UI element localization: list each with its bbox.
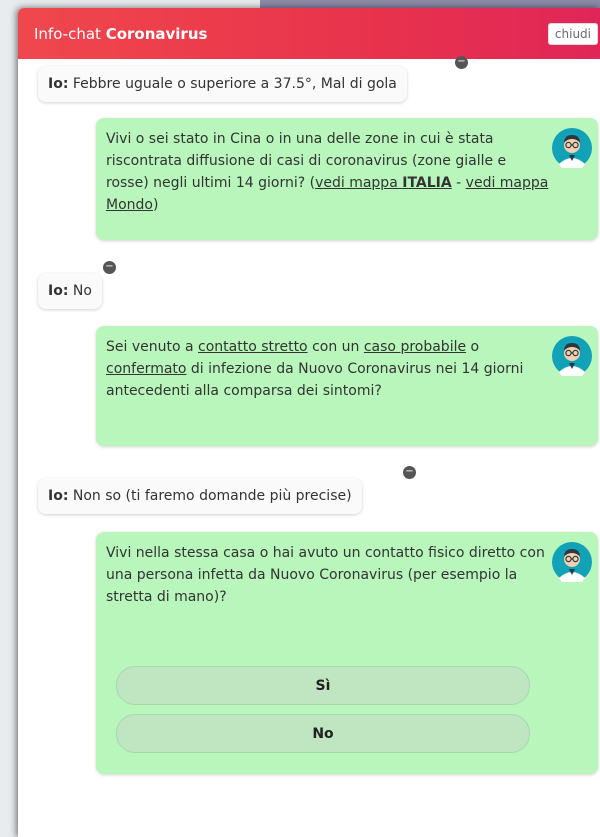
bot-message-text: Sei venuto a contatto stretto con un cas… bbox=[106, 339, 524, 399]
user-message: Io: No bbox=[38, 273, 102, 309]
user-message: Io: Non so (ti faremo domande più precis… bbox=[38, 478, 362, 514]
doctor-avatar-icon bbox=[552, 542, 592, 582]
chat-panel: Info-chat Coronavirus chiudi Io: Febbre … bbox=[18, 8, 600, 837]
doctor-avatar-icon bbox=[552, 336, 592, 376]
close-button[interactable]: chiudi bbox=[547, 23, 598, 45]
chat-header: Info-chat Coronavirus chiudi bbox=[18, 8, 600, 59]
bot-message-text: Vivi o sei stato in Cina o in una delle … bbox=[106, 131, 549, 213]
probable-case-link[interactable]: caso probabile bbox=[364, 339, 466, 355]
chat-title: Info-chat Coronavirus bbox=[34, 24, 208, 43]
minus-icon[interactable]: − bbox=[103, 261, 116, 274]
doctor-avatar-icon bbox=[552, 128, 592, 168]
bot-message-text: Vivi nella stessa casa o hai avuto un co… bbox=[106, 545, 545, 605]
user-message: Io: Febbre uguale o superiore a 37.5°, M… bbox=[38, 66, 407, 102]
confirmed-case-link[interactable]: confermato bbox=[106, 361, 186, 377]
minus-icon[interactable]: − bbox=[403, 466, 416, 479]
minus-icon[interactable]: − bbox=[455, 56, 468, 69]
answer-yes-button[interactable]: Sì bbox=[116, 666, 530, 705]
bot-message: Sei venuto a contatto stretto con un cas… bbox=[96, 326, 598, 446]
close-contact-link[interactable]: contatto stretto bbox=[198, 339, 308, 355]
answer-no-button[interactable]: No bbox=[116, 714, 530, 753]
map-italy-link[interactable]: vedi mappa ITALIA bbox=[315, 175, 452, 191]
bot-message: Vivi o sei stato in Cina o in una delle … bbox=[96, 118, 598, 240]
bot-message: Vivi nella stessa casa o hai avuto un co… bbox=[96, 532, 598, 774]
